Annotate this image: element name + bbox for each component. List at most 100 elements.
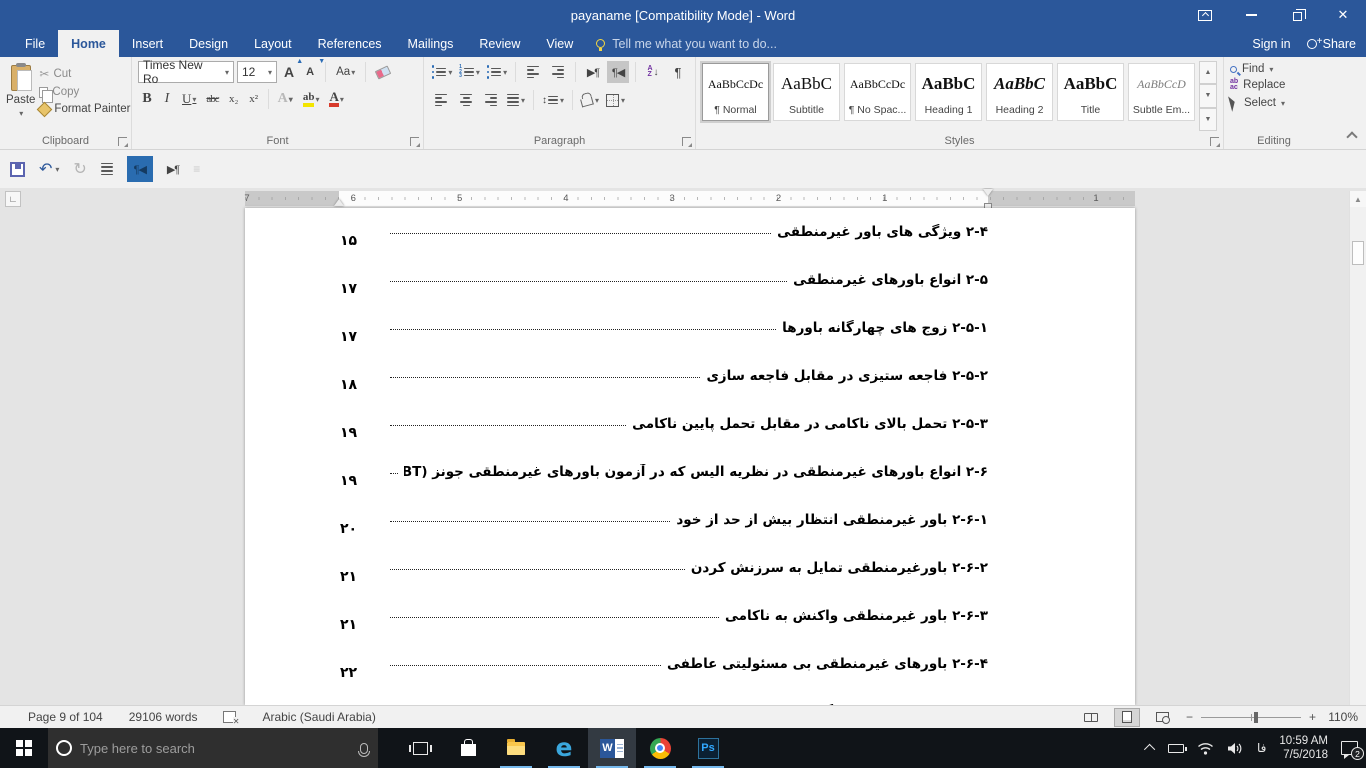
photoshop-button[interactable]: Ps [684, 728, 732, 768]
battery-icon[interactable] [1168, 744, 1184, 753]
ltr-text-direction-button[interactable]: ▶¶ [582, 61, 604, 83]
tab-file[interactable]: File [12, 30, 58, 57]
zoom-in-button[interactable]: + [1309, 710, 1316, 724]
paste-button[interactable]: Paste ▾ [6, 61, 35, 131]
subscript-button[interactable]: x₂ [225, 89, 243, 109]
action-center-icon[interactable]: 2 [1341, 741, 1358, 755]
word-taskbar-button[interactable]: W [588, 728, 636, 768]
vertical-scrollbar[interactable]: ▲ [1349, 191, 1366, 705]
volume-icon[interactable] [1227, 742, 1244, 755]
word-count[interactable]: 29106 words [129, 710, 198, 724]
zoom-slider[interactable] [1201, 717, 1301, 718]
find-button[interactable]: Find▾ [1230, 63, 1318, 75]
align-center-button[interactable] [455, 89, 477, 111]
hidden-icons-chevron[interactable] [1144, 744, 1155, 755]
save-button[interactable] [10, 162, 25, 177]
shrink-font-button[interactable]: A▼ [301, 62, 319, 82]
font-color-button[interactable]: A▾ [325, 89, 347, 109]
start-button[interactable] [0, 728, 48, 768]
grow-font-button[interactable]: A▲ [280, 62, 298, 82]
font-size-combo[interactable]: 12▾ [237, 61, 277, 83]
style-chip-0[interactable]: AaBbCcDc¶ Normal [702, 63, 769, 121]
rtl-text-direction-button[interactable]: ¶◀ [607, 61, 629, 83]
page-indicator[interactable]: Page 9 of 104 [28, 710, 103, 724]
toc-entry[interactable]: ۲-۵ انواع باورهای غیرمنطقی۱۷ [340, 256, 988, 304]
tab-design[interactable]: Design [176, 30, 241, 57]
proofing-errors-icon[interactable] [223, 711, 236, 723]
toc-entry[interactable]: ۲-۴ ویژگی های باور غیرمنطقی۱۵ [340, 208, 988, 256]
justify-button[interactable]: ▾ [505, 89, 527, 111]
clock[interactable]: 10:59 AM 7/5/2018 [1279, 734, 1328, 762]
increase-indent-button[interactable] [547, 61, 569, 83]
web-layout-button[interactable] [1150, 708, 1176, 727]
select-button[interactable]: Select▾ [1230, 95, 1318, 111]
change-case-button[interactable]: Aa▾ [332, 62, 359, 82]
paste-dropdown-arrow[interactable]: ▾ [19, 109, 23, 118]
styles-more-button[interactable]: ▼ [1199, 108, 1217, 131]
bold-button[interactable]: B [138, 89, 156, 109]
replace-button[interactable]: abacReplace [1230, 79, 1318, 91]
file-explorer-button[interactable] [492, 728, 540, 768]
line-spacing-button[interactable]: ↕▾ [540, 89, 566, 111]
styles-dialog-launcher[interactable] [1210, 137, 1219, 146]
input-language-indicator[interactable]: فا [1257, 741, 1266, 755]
tab-stop-selector[interactable]: ∟ [5, 191, 21, 207]
style-chip-2[interactable]: AaBbCcDc¶ No Spac... [844, 63, 911, 121]
redo-button[interactable]: ↻ [73, 159, 86, 179]
toc-entry[interactable]: ۲-۵-۱ زوج های چهارگانه باورها۱۷ [340, 304, 988, 352]
share-button[interactable]: Share [1307, 37, 1356, 51]
text-effects-button[interactable]: A▾ [274, 89, 297, 109]
copy-button[interactable]: Copy [39, 86, 130, 98]
ribbon-display-options-button[interactable] [1182, 0, 1228, 30]
read-mode-button[interactable] [1078, 708, 1104, 727]
undo-button[interactable]: ↶▾ [39, 159, 59, 179]
tab-view[interactable]: View [533, 30, 586, 57]
font-dialog-launcher[interactable] [410, 137, 419, 146]
ltr-paragraph-toggle[interactable]: ▶¶ [167, 163, 179, 176]
align-left-button[interactable] [430, 89, 452, 111]
style-chip-1[interactable]: AaBbCSubtitle [773, 63, 840, 121]
show-paragraph-marks-button[interactable]: ¶ [667, 61, 689, 83]
zoom-slider-thumb[interactable] [1254, 712, 1258, 723]
tab-layout[interactable]: Layout [241, 30, 305, 57]
chrome-button[interactable] [636, 728, 684, 768]
indent-marker-left[interactable] [334, 199, 344, 206]
numbering-button[interactable]: 123▾ [457, 61, 482, 83]
tab-home[interactable]: Home [58, 30, 119, 57]
sort-button[interactable]: AZ↓ [642, 61, 664, 83]
microsoft-store-button[interactable] [444, 728, 492, 768]
document-page[interactable]: ۲-۴ ویژگی های باور غیرمنطقی۱۵۲-۵ انواع ب… [245, 208, 1135, 705]
toc-entry[interactable]: ۲-۵-۳ تحمل بالای ناکامی در مقابل تحمل پا… [340, 400, 988, 448]
scroll-up-arrow[interactable]: ▲ [1350, 191, 1366, 207]
toc-entry[interactable]: ۲-۶-۲ باورغیرمنطقی تمایل به سرزنش کردن۲۱ [340, 544, 988, 592]
microphone-icon[interactable] [360, 743, 368, 754]
minimize-button[interactable] [1228, 0, 1274, 30]
language-indicator[interactable]: Arabic (Saudi Arabia) [262, 710, 375, 724]
strikethrough-button[interactable]: abc [202, 89, 222, 109]
toc-entry[interactable]: ۲-۶ انواع باورهای غیرمنطقی در نظریه الیس… [340, 448, 988, 496]
tab-review[interactable]: Review [466, 30, 533, 57]
style-chip-5[interactable]: AaBbCTitle [1057, 63, 1124, 121]
highlight-button[interactable]: ab▾ [299, 89, 324, 109]
justify-qat-button[interactable] [101, 163, 113, 175]
borders-button[interactable]: ▾ [604, 89, 627, 111]
zoom-out-button[interactable]: − [1186, 710, 1193, 724]
rtl-paragraph-toggle-active[interactable]: ¶◀ [127, 156, 153, 182]
align-right-button[interactable] [480, 89, 502, 111]
close-button[interactable]: ✕ [1320, 0, 1366, 30]
taskbar-search[interactable] [48, 728, 378, 768]
horizontal-ruler[interactable]: 76543211 [245, 191, 1135, 206]
bullets-button[interactable]: ▾ [430, 61, 454, 83]
style-chip-4[interactable]: AaBbCHeading 2 [986, 63, 1053, 121]
zoom-percentage[interactable]: 110% [1324, 710, 1358, 724]
decrease-indent-button[interactable] [522, 61, 544, 83]
style-chip-6[interactable]: AaBbCcDSubtle Em... [1128, 63, 1195, 121]
tab-insert[interactable]: Insert [119, 30, 176, 57]
sign-in-link[interactable]: Sign in [1252, 37, 1290, 51]
style-chip-3[interactable]: AaBbCHeading 1 [915, 63, 982, 121]
multilevel-list-button[interactable]: ▾ [485, 61, 509, 83]
task-view-button[interactable] [396, 728, 444, 768]
tab-references[interactable]: References [305, 30, 395, 57]
tab-mailings[interactable]: Mailings [395, 30, 467, 57]
styles-scroll-up-button[interactable]: ▲ [1199, 61, 1217, 84]
